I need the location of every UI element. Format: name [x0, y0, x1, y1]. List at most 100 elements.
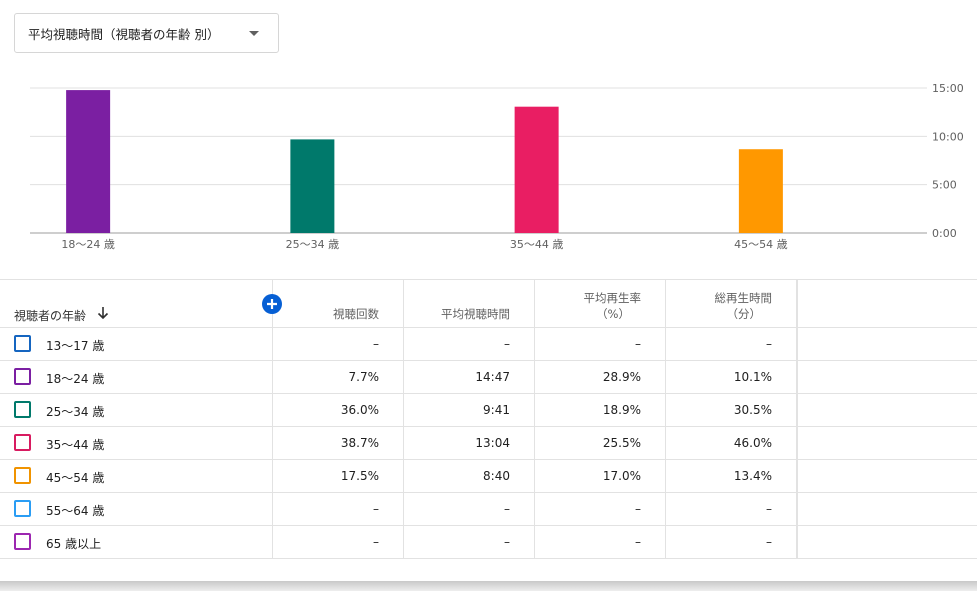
rate-cell: – — [535, 328, 666, 360]
total-cell: 10.1% — [666, 361, 797, 393]
age-label: 65 歳以上 — [46, 537, 102, 551]
table-row: 13〜17 歳 – – – – — [0, 328, 977, 361]
bar[interactable] — [514, 106, 559, 233]
rate-value: 25.5% — [602, 436, 641, 450]
avg-cell: 13:04 — [404, 427, 535, 459]
rate-cell: 25.5% — [535, 427, 666, 459]
total-value: 13.4% — [733, 469, 772, 483]
age-cell: 13〜17 歳 — [0, 328, 273, 360]
avg-cell: – — [404, 328, 535, 360]
y-tick-label: 0:00 — [932, 227, 957, 240]
views-value: 38.7% — [340, 436, 379, 450]
rate-value: 18.9% — [602, 403, 641, 417]
table-row: 18〜24 歳 7.7% 14:47 28.9% 10.1% — [0, 361, 977, 394]
column-header-label: 視聴回数 — [333, 307, 379, 321]
avg-value: 13:04 — [475, 436, 510, 450]
row-checkbox[interactable] — [14, 467, 31, 484]
views-cell: 38.7% — [273, 427, 404, 459]
avg-cell: – — [404, 526, 535, 558]
bar[interactable] — [290, 139, 335, 233]
x-tick-label: 35〜44 歳 — [510, 238, 564, 251]
table-row: 55〜64 歳 – – – – — [0, 493, 977, 526]
age-cell: 18〜24 歳 — [0, 361, 273, 393]
total-cell: – — [666, 493, 797, 525]
table-header: 視聴者の年齢 視聴回数 平均視聴時間 平均再生率 （%） 総再生時間 （分） — [0, 279, 977, 328]
row-checkbox[interactable] — [14, 533, 31, 550]
row-checkbox[interactable] — [14, 335, 31, 352]
rate-cell: 17.0% — [535, 460, 666, 492]
x-tick-label: 45〜54 歳 — [734, 238, 788, 251]
chart-svg: 15:00 10:00 5:00 0:00 18〜24 歳 25〜34 歳 35〜44 歳 4… — [30, 82, 964, 251]
views-cell: – — [273, 328, 404, 360]
bottom-edge — [0, 581, 977, 591]
age-column-header[interactable]: 視聴者の年齢 — [0, 280, 273, 328]
row-divider — [797, 427, 798, 459]
age-label: 35〜44 歳 — [46, 438, 105, 452]
x-tick-label: 18〜24 歳 — [61, 238, 115, 251]
age-label: 18〜24 歳 — [46, 372, 105, 386]
column-header-1[interactable]: 平均視聴時間 — [404, 280, 535, 328]
views-value: – — [373, 502, 379, 516]
avg-cell: – — [404, 493, 535, 525]
avg-cell: 9:41 — [404, 394, 535, 426]
avg-value: 14:47 — [475, 370, 510, 384]
total-value: – — [766, 535, 772, 549]
age-table: 視聴者の年齢 視聴回数 平均視聴時間 平均再生率 （%） 総再生時間 （分） 13〜17 … — [0, 279, 977, 559]
age-label: 45〜54 歳 — [46, 471, 105, 485]
row-divider — [797, 328, 798, 360]
column-header-unit: （分） — [726, 307, 762, 321]
bar[interactable] — [66, 90, 111, 233]
total-cell: 46.0% — [666, 427, 797, 459]
avg-cell: 8:40 — [404, 460, 535, 492]
views-cell: 7.7% — [273, 361, 404, 393]
row-checkbox[interactable] — [14, 500, 31, 517]
table-row: 65 歳以上 – – – – — [0, 526, 977, 559]
column-header-0[interactable]: 視聴回数 — [273, 280, 404, 328]
age-cell: 45〜54 歳 — [0, 460, 273, 492]
age-label: 25〜34 歳 — [46, 405, 105, 419]
x-tick-label: 25〜34 歳 — [286, 238, 340, 251]
total-value: – — [766, 502, 772, 516]
row-checkbox[interactable] — [14, 434, 31, 451]
column-header-3[interactable]: 総再生時間 （分） — [666, 280, 797, 328]
total-cell: – — [666, 328, 797, 360]
column-header-2[interactable]: 平均再生率 （%） — [535, 280, 666, 328]
age-cell: 65 歳以上 — [0, 526, 273, 558]
total-cell: – — [666, 526, 797, 558]
row-divider — [797, 394, 798, 426]
age-bar-chart: 15:00 10:00 5:00 0:00 18〜24 歳 25〜34 歳 35〜44 歳 4… — [0, 70, 977, 260]
rate-cell: – — [535, 526, 666, 558]
age-cell: 35〜44 歳 — [0, 427, 273, 459]
age-cell: 55〜64 歳 — [0, 493, 273, 525]
views-value: 7.7% — [348, 370, 380, 384]
views-cell: – — [273, 526, 404, 558]
avg-value: – — [504, 535, 510, 549]
avg-value: 9:41 — [483, 403, 510, 417]
bar[interactable] — [738, 149, 783, 233]
age-column-header-label: 視聴者の年齢 — [14, 309, 87, 323]
avg-cell: 14:47 — [404, 361, 535, 393]
rate-value: – — [635, 502, 641, 516]
row-checkbox[interactable] — [14, 401, 31, 418]
column-header-label: 平均視聴時間 — [441, 307, 510, 321]
row-divider — [797, 361, 798, 393]
views-cell: 17.5% — [273, 460, 404, 492]
age-label: 13〜17 歳 — [46, 339, 105, 353]
y-tick-label: 15:00 — [932, 82, 964, 95]
caret-down-icon — [249, 31, 259, 36]
column-header-label: 総再生時間 — [714, 291, 773, 305]
row-checkbox[interactable] — [14, 368, 31, 385]
avg-value: – — [504, 502, 510, 516]
views-value: 36.0% — [340, 403, 379, 417]
column-divider — [797, 280, 798, 328]
total-value: 30.5% — [733, 403, 772, 417]
total-value: 46.0% — [733, 436, 772, 450]
row-divider — [797, 526, 798, 558]
column-header-label: 平均再生率 — [583, 291, 642, 305]
row-divider — [797, 493, 798, 525]
arrow-down-icon[interactable] — [96, 304, 110, 322]
table-row: 45〜54 歳 17.5% 8:40 17.0% 13.4% — [0, 460, 977, 493]
rate-cell: – — [535, 493, 666, 525]
y-tick-label: 10:00 — [932, 130, 964, 143]
metric-dropdown[interactable]: 平均視聴時間（視聴者の年齢 別） — [14, 13, 279, 53]
